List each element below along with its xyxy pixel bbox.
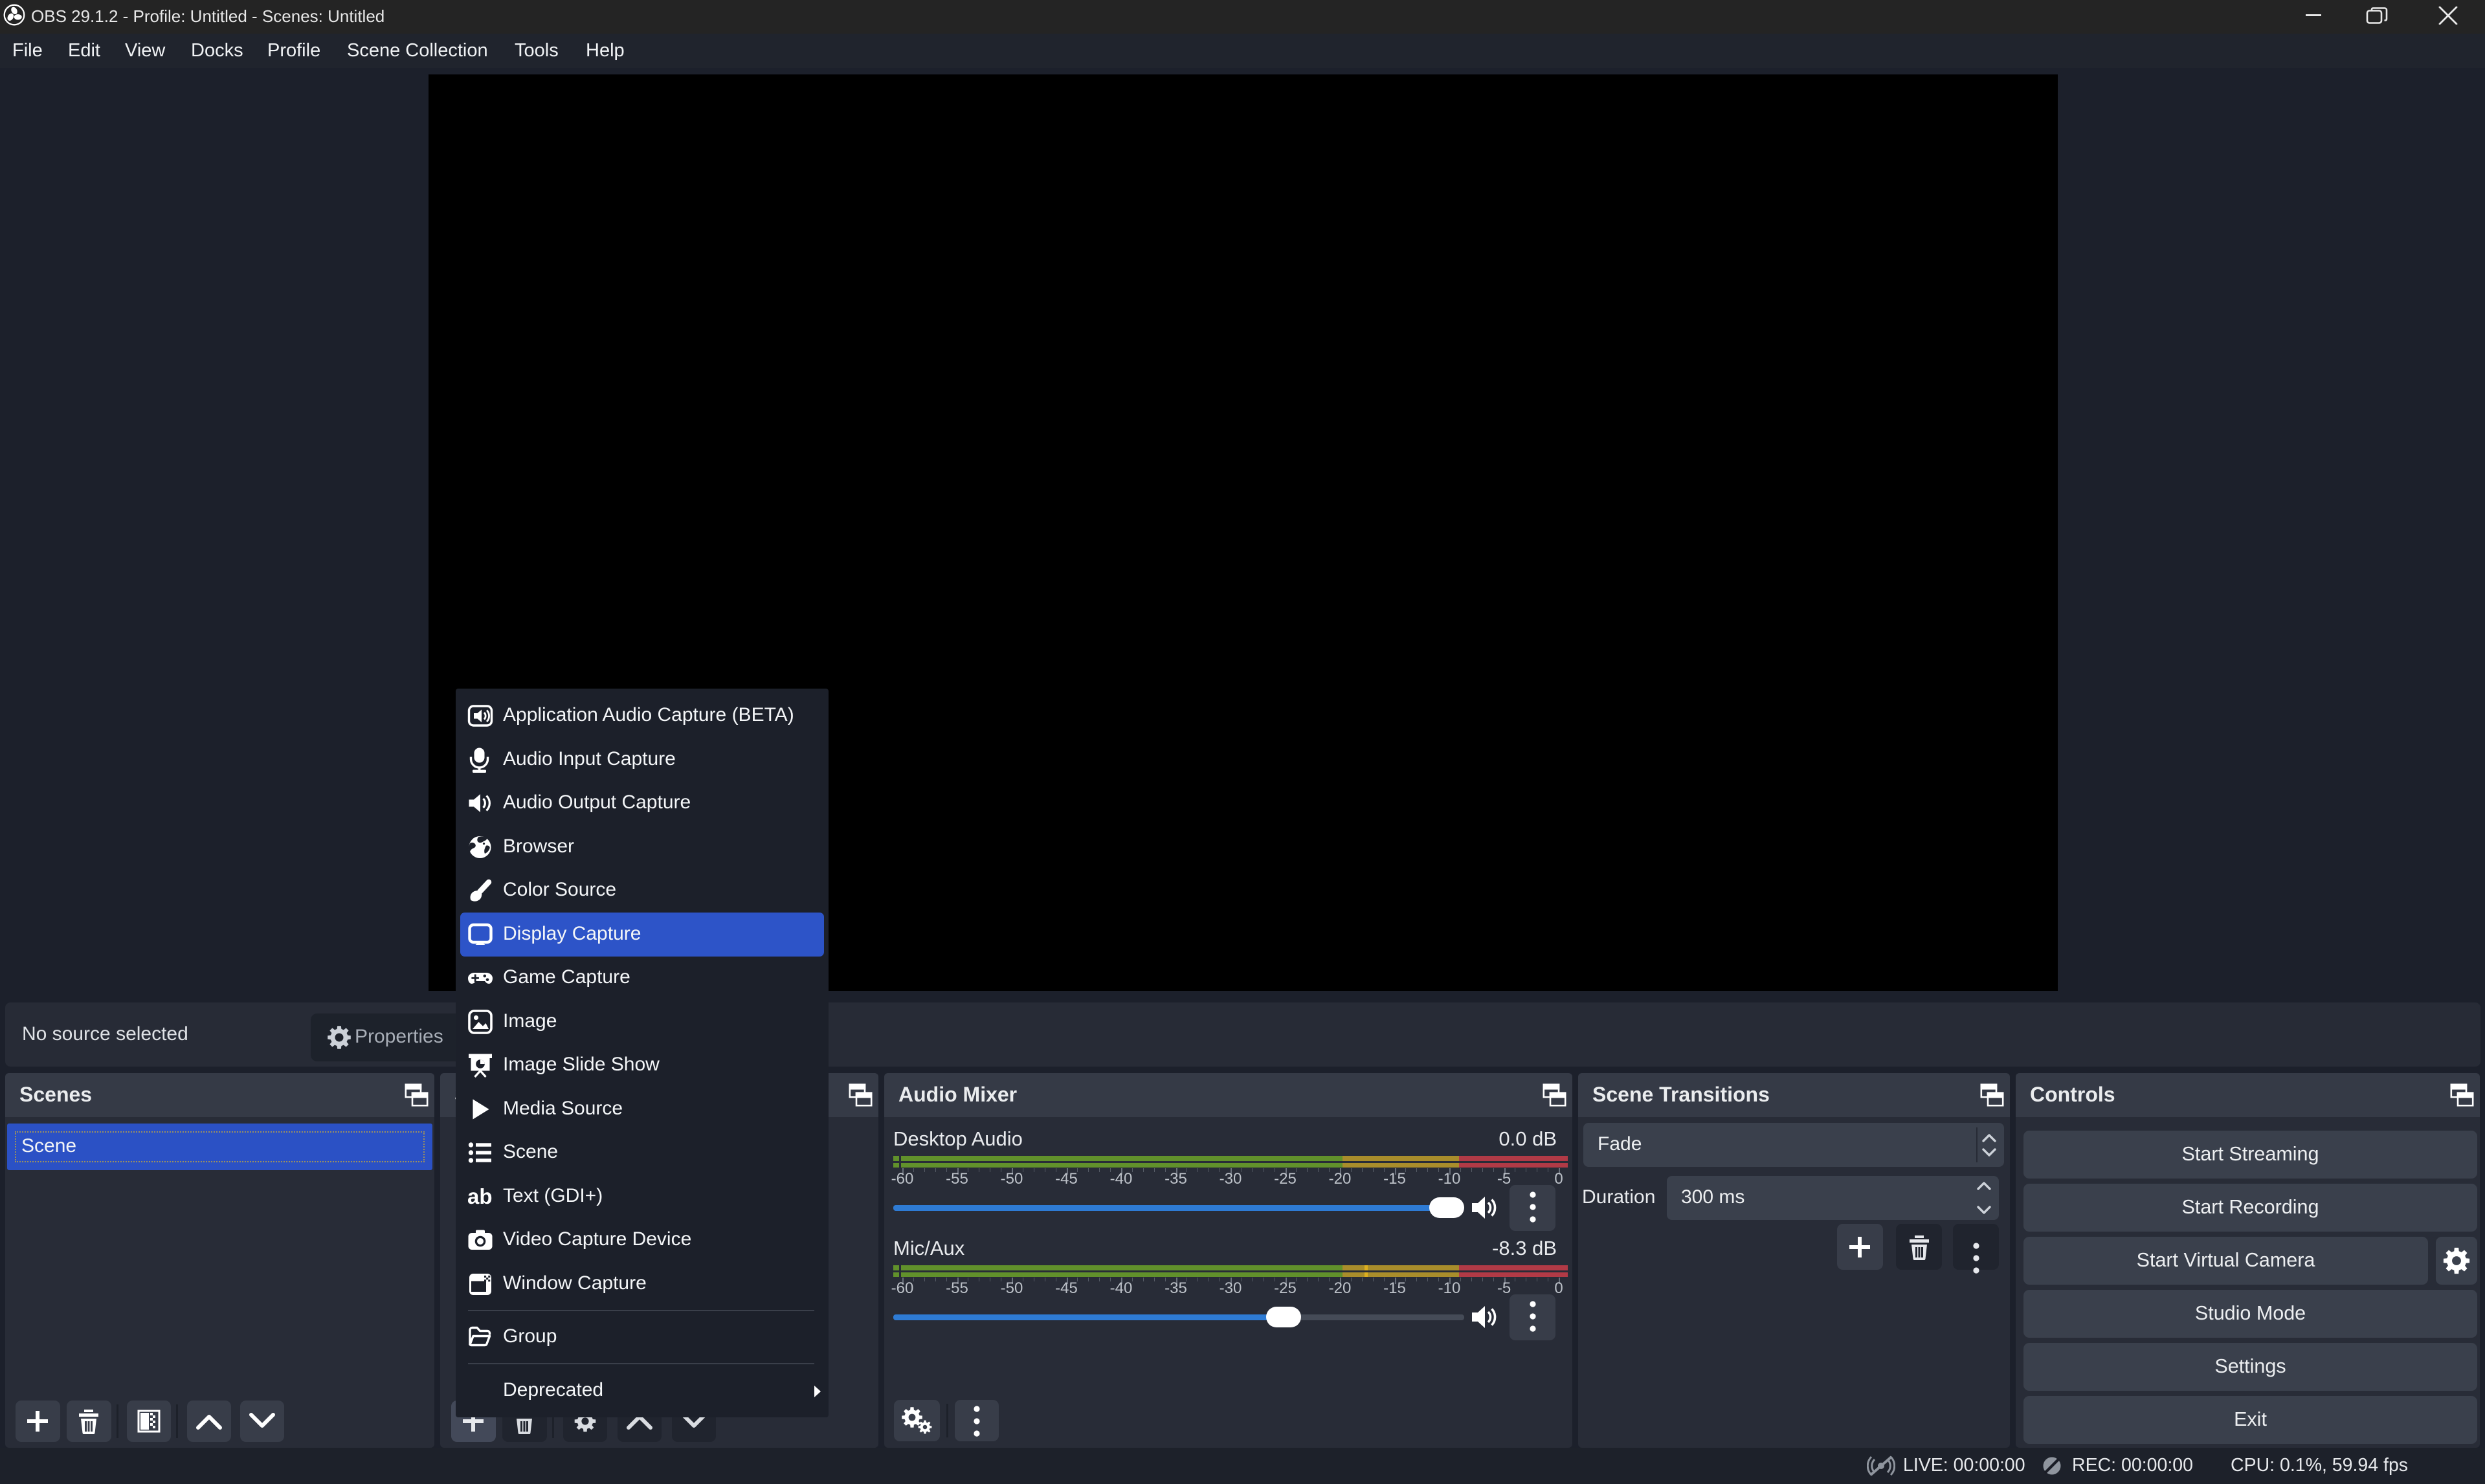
svg-text:ab: ab: [467, 1184, 493, 1208]
